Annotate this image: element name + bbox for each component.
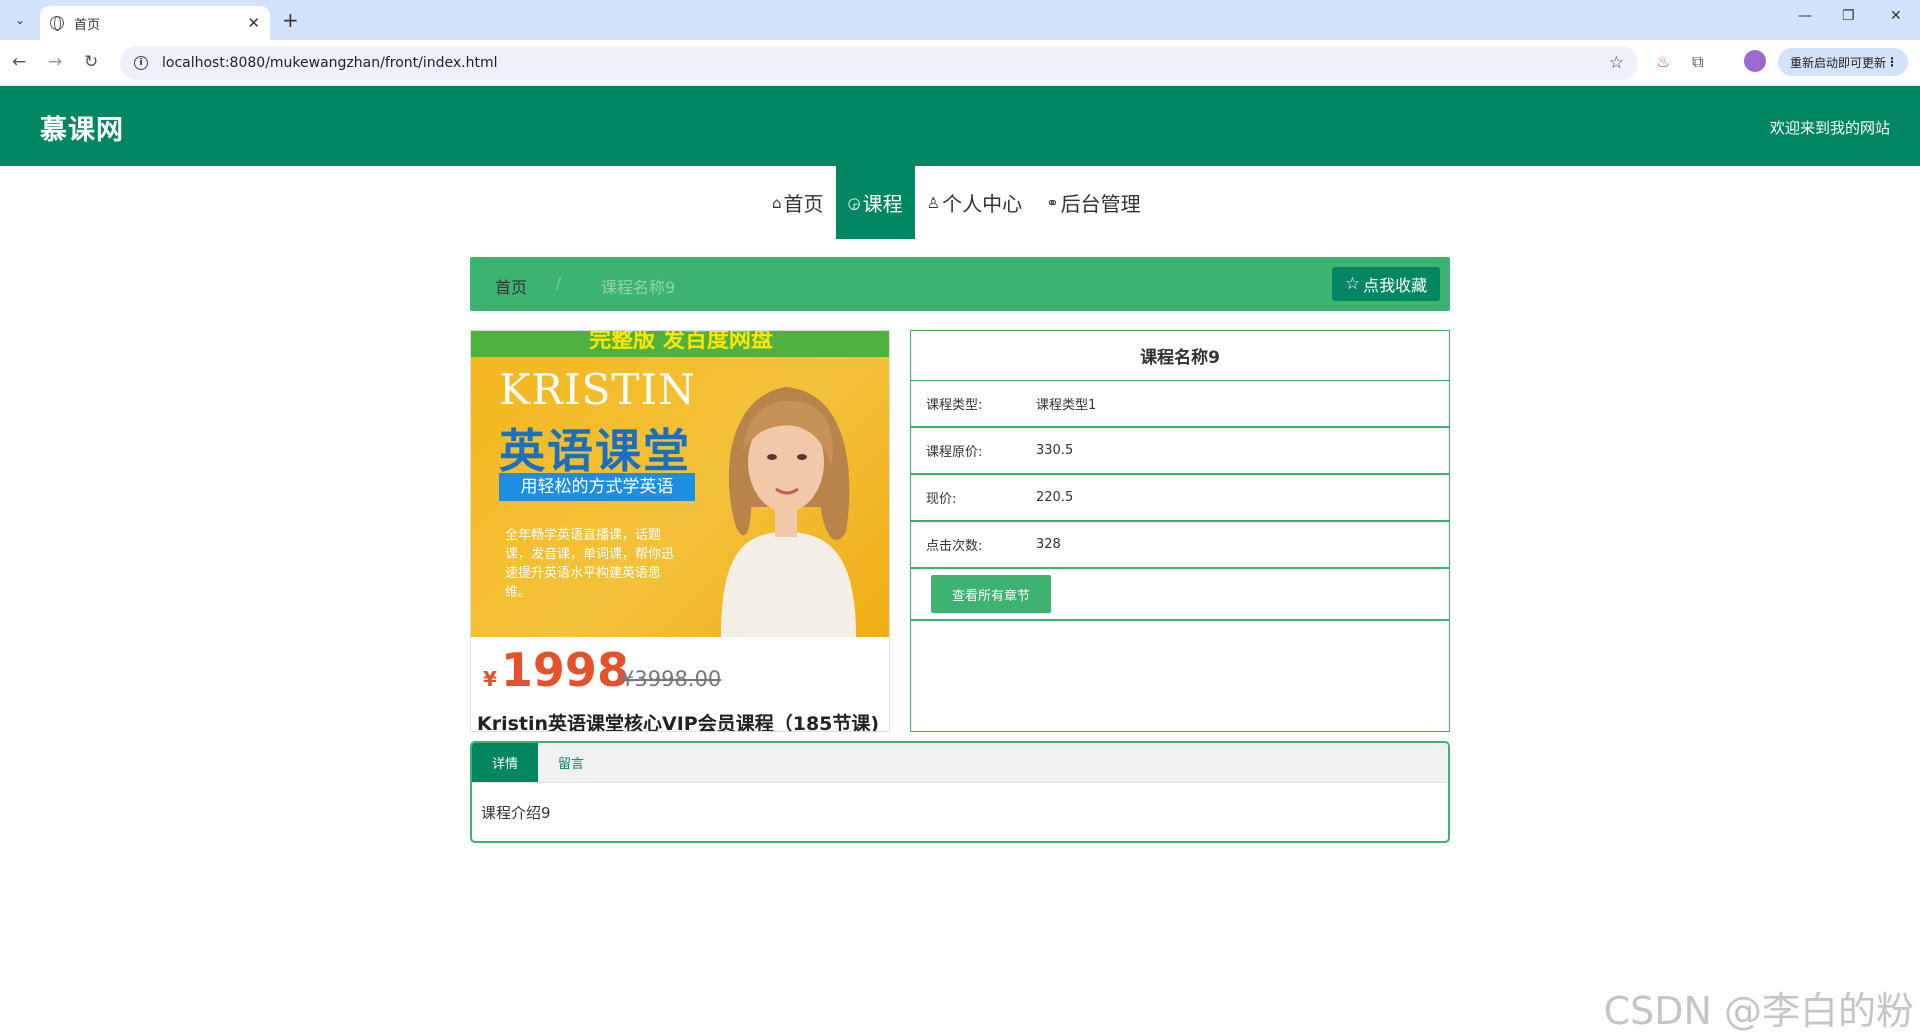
nav-item-course[interactable]: ◶ 课程 <box>835 166 915 239</box>
reload-icon[interactable]: ↻ <box>84 52 98 72</box>
site-info-icon[interactable]: i <box>134 56 148 70</box>
breadcrumb-separator: / <box>556 274 562 292</box>
info-row-clicks: 点击次数: 328 <box>911 522 1449 569</box>
profile-avatar-icon[interactable] <box>1744 50 1766 72</box>
poster-banner: 完整版 发百度网盘 <box>471 331 889 357</box>
info-actions: 查看所有章节 <box>911 569 1449 621</box>
info-row-type: 课程类型: 课程类型1 <box>911 381 1449 428</box>
star-icon: ☆ <box>1344 274 1361 294</box>
course-poster-image: 完整版 发百度网盘 KRISTIN 英语课堂 用轻松的方式学英语 全年畅学英语直… <box>470 330 890 732</box>
nav-item-label: 个人中心 <box>942 192 1023 216</box>
home-icon: ⌂ <box>772 193 782 212</box>
info-label: 现价: <box>926 492 957 507</box>
menu-kebab-icon: ⋮ <box>1886 55 1898 69</box>
new-tab-icon[interactable]: + <box>282 8 299 32</box>
bookmark-star-icon[interactable]: ☆ <box>1609 53 1624 73</box>
user-icon: ♙ <box>926 193 941 212</box>
welcome-text: 欢迎来到我的网站 <box>1769 119 1890 137</box>
nav-item-label: 后台管理 <box>1060 192 1141 216</box>
poster-title-cn: 英语课堂 <box>499 424 691 478</box>
url-text: localhost:8080/mukewangzhan/front/index.… <box>162 55 498 71</box>
restore-icon[interactable]: ❐ <box>1842 8 1855 24</box>
poster-description: 全年畅学英语直播课，话题课，发音课，单词课，帮你迅速提升英语水平构建英语思维。 <box>505 528 675 600</box>
course-icon: ◶ <box>847 193 861 212</box>
nav-item-admin[interactable]: ⚭ 后台管理 <box>1034 166 1153 239</box>
poster-price-symbol: ¥ <box>483 667 497 691</box>
browser-tabbar: ⌄ 首页 ✕ + — ❐ ✕ <box>0 0 1920 40</box>
link-icon: ⚭ <box>1046 193 1059 212</box>
extensions-puzzle-icon[interactable]: ⧉ <box>1692 52 1703 72</box>
tabs-header: 详情 留言 <box>472 743 1448 783</box>
course-info-panel: 课程名称9 课程类型: 课程类型1 课程原价: 330.5 现价: 220.5 … <box>910 330 1450 732</box>
poster-artwork: 完整版 发百度网盘 KRISTIN 英语课堂 用轻松的方式学英语 全年畅学英语直… <box>471 331 889 637</box>
info-label: 点击次数: <box>926 539 983 554</box>
tab-search-icon[interactable]: ⌄ <box>8 8 32 32</box>
nav-item-label: 课程 <box>862 192 903 216</box>
breadcrumb-home[interactable]: 首页 <box>495 274 527 298</box>
forward-icon[interactable]: → <box>48 52 62 72</box>
info-row-original-price: 课程原价: 330.5 <box>911 428 1449 475</box>
favorite-button[interactable]: ☆ 点我收藏 <box>1332 267 1440 301</box>
nav-item-home[interactable]: ⌂ 首页 <box>760 166 836 239</box>
watermark: CSDN @李白的粉 <box>1603 989 1914 1033</box>
info-label: 课程原价: <box>926 445 983 460</box>
browser-tab[interactable]: 首页 ✕ <box>40 6 270 40</box>
info-value: 330.5 <box>1036 443 1074 458</box>
update-label: 重新启动即可更新 <box>1790 55 1887 70</box>
poster-tagline: 用轻松的方式学英语 <box>499 473 695 501</box>
poster-brand: KRISTIN <box>499 365 696 414</box>
extension-icon[interactable]: ♨ <box>1656 52 1670 71</box>
poster-old-price: ¥3998.00 <box>621 667 722 691</box>
favorite-label: 点我收藏 <box>1363 276 1428 295</box>
breadcrumb-current: 课程名称9 <box>601 278 676 297</box>
poster-price: ¥1998 <box>483 643 629 697</box>
poster-price-value: 1998 <box>500 643 629 697</box>
info-row-current-price: 现价: 220.5 <box>911 475 1449 522</box>
course-name: 课程名称9 <box>911 331 1449 381</box>
close-tab-icon[interactable]: ✕ <box>247 14 260 32</box>
back-icon[interactable]: ← <box>12 52 26 72</box>
close-window-icon[interactable]: ✕ <box>1890 8 1902 24</box>
info-value: 课程类型1 <box>1036 398 1097 413</box>
instructor-portrait <box>721 387 856 637</box>
info-label: 课程类型: <box>926 398 983 413</box>
nav-item-label: 首页 <box>783 192 824 216</box>
browser-tab-title: 首页 <box>74 17 101 33</box>
poster-course-title: Kristin英语课堂核心VIP会员课程（185节课) <box>477 713 880 732</box>
tab-content: 课程介绍9 <box>481 804 551 822</box>
browser-toolbar: ← → ↻ i localhost:8080/mukewangzhan/fron… <box>0 40 1920 86</box>
address-bar[interactable]: i localhost:8080/mukewangzhan/front/inde… <box>120 46 1638 80</box>
tab-comments[interactable]: 留言 <box>538 743 604 782</box>
poster-footer: ¥1998 ¥3998.00 Kristin英语课堂核心VIP会员课程（185节… <box>471 637 889 732</box>
site-header: 慕课网 欢迎来到我的网站 <box>0 86 1920 166</box>
info-value: 328 <box>1036 537 1061 552</box>
site-logo[interactable]: 慕课网 <box>40 108 124 147</box>
minimize-icon[interactable]: — <box>1798 8 1812 24</box>
main-nav: ⌂ 首页 ◶ 课程 ♙ 个人中心 ⚭ 后台管理 <box>760 166 1153 239</box>
update-button[interactable]: 重新启动即可更新 ⋮ <box>1778 48 1908 76</box>
detail-tabs: 详情 留言 课程介绍9 <box>470 741 1450 843</box>
nav-item-profile[interactable]: ♙ 个人中心 <box>915 166 1034 239</box>
info-value: 220.5 <box>1036 490 1074 505</box>
breadcrumb: 首页 / 课程名称9 ☆ 点我收藏 <box>470 257 1450 311</box>
globe-icon <box>50 16 64 31</box>
view-chapters-button[interactable]: 查看所有章节 <box>931 575 1051 613</box>
tab-details[interactable]: 详情 <box>472 743 539 782</box>
